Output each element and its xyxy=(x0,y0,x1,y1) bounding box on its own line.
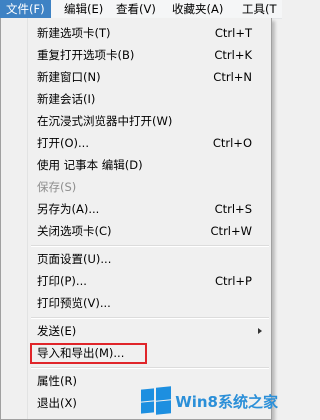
menu-separator xyxy=(31,317,269,319)
menu-separator xyxy=(31,367,269,369)
menu-item-label: 打印预览(V)... xyxy=(37,296,111,310)
menu-item-shortcut: Ctrl+T xyxy=(214,26,252,40)
menu-item-label: 新建会话(I) xyxy=(37,92,96,106)
menu-item-duplicate-tab[interactable]: 重复打开选项卡(B) Ctrl+K xyxy=(2,45,270,66)
watermark: Win8系统之家 xyxy=(141,384,278,418)
menu-tools[interactable]: 工具(T xyxy=(236,0,283,18)
menu-item-send[interactable]: 发送(E) xyxy=(2,321,270,342)
menu-item-page-setup[interactable]: 页面设置(U)... xyxy=(2,249,270,270)
menu-item-label: 发送(E) xyxy=(37,324,77,338)
menu-separator xyxy=(31,245,269,247)
red-highlight-box xyxy=(30,343,147,364)
menu-item-label: 新建窗口(N) xyxy=(37,70,101,84)
watermark-text: Win8系统之家 xyxy=(175,392,278,411)
menu-item-label: 在沉浸式浏览器中打开(W) xyxy=(37,114,173,128)
menu-item-open-immersive[interactable]: 在沉浸式浏览器中打开(W) xyxy=(2,111,270,132)
menu-item-label: 重复打开选项卡(B) xyxy=(37,48,135,62)
menu-item-new-tab[interactable]: 新建选项卡(T) Ctrl+T xyxy=(2,23,270,44)
menu-item-label: 使用 记事本 编辑(D) xyxy=(37,158,143,172)
menu-item-label: 页面设置(U)... xyxy=(37,252,112,266)
menu-item-print-preview[interactable]: 打印预览(V)... xyxy=(2,293,270,314)
windows-logo-icon xyxy=(141,386,172,415)
menu-item-label: 打开(O)... xyxy=(37,136,89,150)
submenu-arrow-icon xyxy=(258,328,262,334)
menu-item-shortcut: Ctrl+S xyxy=(214,202,252,216)
menu-file[interactable]: 文件(F) xyxy=(0,0,51,18)
menu-item-label: 另存为(A)... xyxy=(37,202,100,216)
menu-item-close-tab[interactable]: 关闭选项卡(C) Ctrl+W xyxy=(2,221,270,242)
menu-item-label: 关闭选项卡(C) xyxy=(37,224,112,238)
menu-item-label: 打印(P)... xyxy=(37,274,87,288)
menu-view[interactable]: 查看(V) xyxy=(110,0,162,18)
menu-favorites[interactable]: 收藏夹(A) xyxy=(166,0,229,18)
menu-item-label: 属性(R) xyxy=(37,374,77,388)
menu-item-shortcut: Ctrl+P xyxy=(214,274,252,288)
menu-item-save-as[interactable]: 另存为(A)... Ctrl+S xyxy=(2,199,270,220)
menu-item-new-window[interactable]: 新建窗口(N) Ctrl+N xyxy=(2,67,270,88)
menu-item-shortcut: Ctrl+K xyxy=(214,48,252,62)
menu-item-label: 新建选项卡(T) xyxy=(37,26,111,40)
menu-item-shortcut: Ctrl+N xyxy=(213,70,252,84)
menu-item-shortcut: Ctrl+O xyxy=(212,136,252,150)
menu-item-edit-notepad[interactable]: 使用 记事本 编辑(D) xyxy=(2,155,270,176)
menu-item-print[interactable]: 打印(P)... Ctrl+P xyxy=(2,271,270,292)
file-menu-dropdown: 新建选项卡(T) Ctrl+T 重复打开选项卡(B) Ctrl+K 新建窗口(N… xyxy=(0,18,272,420)
menu-item-label: 保存(S) xyxy=(37,180,77,194)
menu-edit[interactable]: 编辑(E) xyxy=(58,0,109,18)
menu-bar: 文件(F) 编辑(E) 查看(V) 收藏夹(A) 工具(T xyxy=(0,0,282,19)
menu-item-open[interactable]: 打开(O)... Ctrl+O xyxy=(2,133,270,154)
menu-item-label: 退出(X) xyxy=(37,396,77,410)
menu-item-shortcut: Ctrl+W xyxy=(210,224,252,238)
menu-item-save: 保存(S) xyxy=(2,177,270,198)
menu-item-new-session[interactable]: 新建会话(I) xyxy=(2,89,270,110)
